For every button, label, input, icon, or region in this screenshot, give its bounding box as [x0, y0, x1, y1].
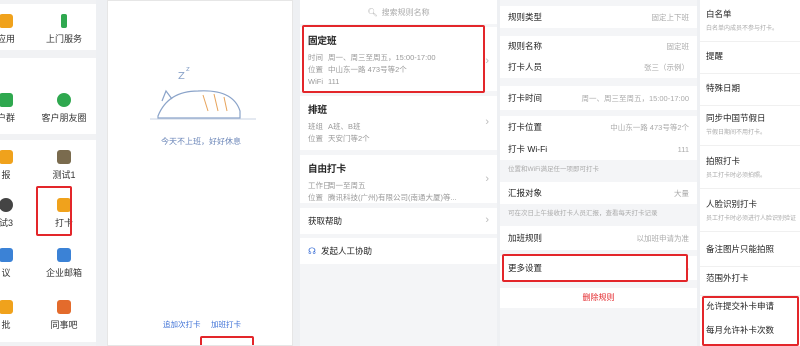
chevron-right-icon: ›	[485, 116, 489, 128]
app-item[interactable]: 应用	[0, 14, 30, 45]
approval-icon	[0, 300, 13, 314]
rule-settings-panel: 规则类型 固定上下班 规则名称 固定班 打卡人员 张三（示例） 打卡时间 周一、周三至周…	[500, 0, 697, 346]
rule-list-panel: 🔍︎ 搜索规则名称 固定班 时间 周一、周三至周五，15:00-17:00 位置中…	[300, 0, 497, 346]
delete-rule-button[interactable]: 删除规则	[500, 288, 697, 308]
app-item-mail[interactable]: 企业邮箱	[40, 248, 88, 279]
mail-icon	[57, 248, 71, 262]
report-icon	[0, 150, 13, 164]
report-hint: 可在次日上午接收打卡人员汇报，查看每天打卡记录	[508, 210, 658, 217]
row-report-to[interactable]: 汇报对象 大量	[500, 182, 697, 204]
highlight-more-settings	[502, 254, 688, 282]
row-overtime-rule[interactable]: 加班规则 以加班申请为准	[500, 226, 697, 250]
row-checkin-members[interactable]: 打卡人员 张三（示例）	[500, 56, 697, 78]
rule-item-free[interactable]: 自由打卡 工作日周一至周五 位置 腾讯科技(广州)有限公司(南通大厦)等... ›	[300, 155, 497, 203]
chevron-right-icon: ›	[485, 214, 489, 226]
chevron-right-icon: ›	[485, 55, 489, 67]
more-settings-panel: 白名单 白名单内成员不参与打卡。 提醒 特殊日期 同步中国节假日 节假日期间不用打卡…	[700, 0, 800, 346]
setting-whitelist[interactable]: 白名单 白名单内成员不参与打卡。	[700, 8, 800, 42]
app-item-door-service[interactable]: 上门服务	[40, 14, 88, 45]
row-checkin-wifi[interactable]: 打卡 Wi-Fi 111	[500, 138, 697, 160]
app-grid-panel: 应用 上门服务 户群 客户朋友圈 报 测试1 试3 打卡 议 企业邮箱 批 同事…	[0, 0, 96, 346]
row-rule-type[interactable]: 规则类型 固定上下班	[500, 6, 697, 28]
svg-text:z: z	[186, 65, 190, 73]
meeting-icon	[0, 248, 13, 262]
app-item[interactable]: 报	[0, 150, 30, 181]
chevron-right-icon: ›	[485, 173, 489, 185]
highlight-makeup-settings	[702, 296, 799, 346]
app-item[interactable]: 批	[0, 300, 30, 331]
row-checkin-time[interactable]: 打卡时间 周一、周三至周五，15:00-17:00	[500, 86, 697, 110]
app-icon	[0, 14, 13, 28]
svg-text:Z: Z	[178, 71, 185, 82]
sleeping-cat-illustration: Z z	[150, 65, 256, 120]
setting-photo-checkin[interactable]: 拍照打卡 员工打卡时必须拍照。	[700, 155, 800, 189]
setting-face-checkin[interactable]: 人脸识别打卡 员工打卡时必须进行人脸识别验证	[700, 198, 800, 232]
test-icon	[57, 150, 71, 164]
highlight-checkin	[36, 186, 72, 236]
search-input[interactable]: 搜索规则名称	[382, 7, 430, 18]
search-bar[interactable]: 🔍︎ 搜索规则名称	[300, 0, 497, 24]
setting-sync-holidays[interactable]: 同步中国节假日 节假日期间不用打卡。	[700, 112, 800, 146]
setting-out-of-range[interactable]: 范围外打卡	[700, 272, 800, 296]
rule-title: 排班	[308, 105, 328, 116]
test3-icon	[0, 198, 13, 212]
highlight-bottom	[200, 336, 254, 345]
moments-icon	[57, 93, 71, 107]
get-help-item[interactable]: 获取帮助 ›	[300, 208, 497, 234]
door-service-icon	[61, 14, 67, 28]
headset-icon: ☊	[308, 245, 316, 256]
app-item[interactable]: 议	[0, 248, 30, 279]
setting-photo-only[interactable]: 备注图片只能拍照	[700, 243, 800, 267]
rule-item-shift[interactable]: 排班 班组 A班、B班 位置 天安门等2个 ›	[300, 96, 497, 150]
rest-message: 今天不上班，好好休息	[161, 137, 241, 146]
extra-checkin-link[interactable]: 追加次打卡	[163, 319, 201, 330]
highlight-fixed-rule	[302, 25, 485, 93]
app-item-colleague[interactable]: 同事吧	[40, 300, 88, 331]
group-icon	[0, 93, 13, 107]
human-assist-item[interactable]: ☊ 发起人工协助	[300, 238, 497, 264]
rule-title: 自由打卡	[308, 164, 347, 175]
app-item-moments[interactable]: 客户朋友圈	[40, 93, 88, 124]
setting-special-dates[interactable]: 特殊日期	[700, 82, 800, 106]
overtime-checkin-link[interactable]: 加班打卡	[211, 319, 241, 330]
search-icon: 🔍︎	[367, 7, 378, 17]
app-item[interactable]: 户群	[0, 93, 30, 124]
setting-reminder[interactable]: 提醒	[700, 50, 800, 74]
app-item-test1[interactable]: 测试1	[40, 150, 88, 181]
checkin-rest-screen: Z z 今天不上班，好好休息 追加次打卡 加班打卡	[107, 0, 293, 346]
row-rule-name[interactable]: 规则名称 固定班	[500, 36, 697, 56]
app-item[interactable]: 试3	[0, 198, 30, 229]
row-checkin-location[interactable]: 打卡位置 中山东一路 473号等2个	[500, 116, 697, 138]
colleague-icon	[57, 300, 71, 314]
wifi-hint: 位置和WiFi满足任一项即可打卡	[508, 166, 599, 173]
